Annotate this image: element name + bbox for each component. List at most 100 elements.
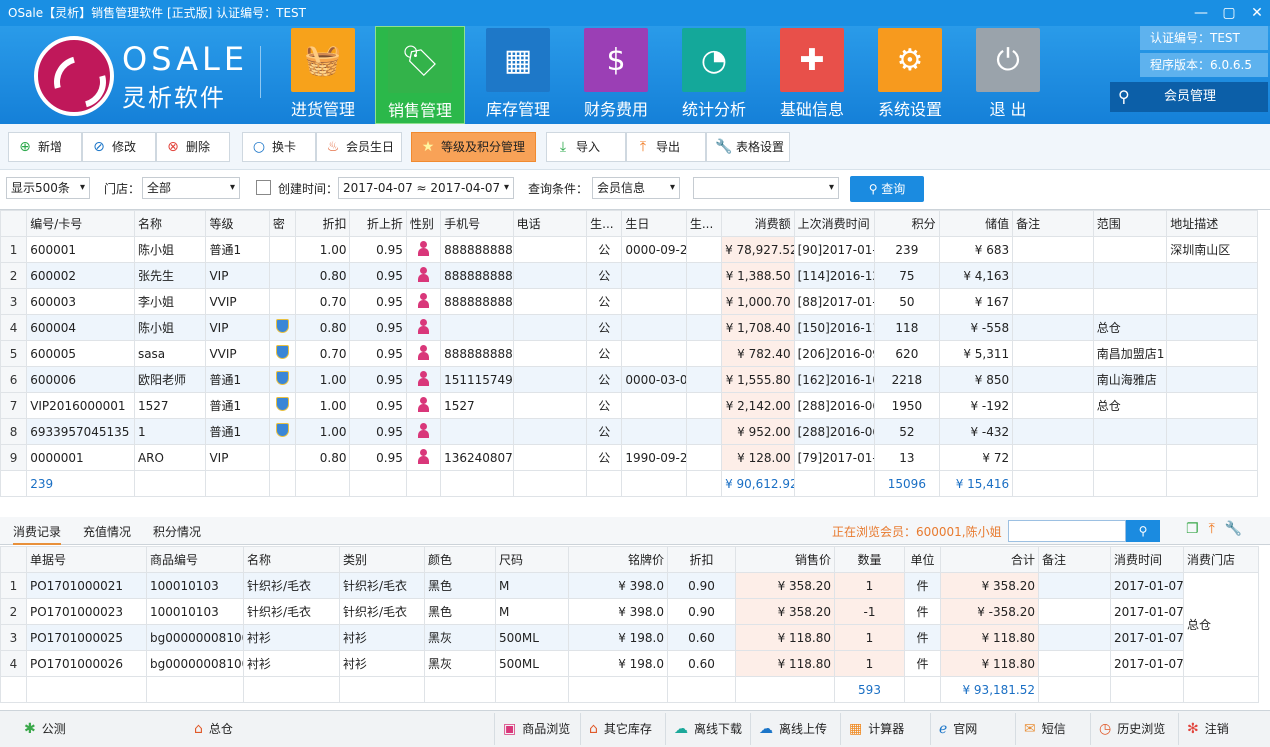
- column-header[interactable]: 上次消费时间: [793, 210, 876, 237]
- table-row[interactable]: 8 6933957045135 1 普通1 1.00 0.95 公 ¥ 952.00 [288]…: [0, 418, 1258, 445]
- column-header[interactable]: 铭牌价: [568, 546, 668, 573]
- column-header[interactable]: 生...: [685, 210, 723, 237]
- column-header[interactable]: 商品编号: [146, 546, 244, 573]
- nav-settings[interactable]: ⚙ 系统设置: [865, 26, 955, 124]
- import-button[interactable]: ⤓ 导入: [546, 132, 626, 162]
- edit-button[interactable]: ⊘ 修改: [82, 132, 156, 162]
- column-header[interactable]: 编号/卡号: [26, 210, 135, 237]
- website-button[interactable]: ℯ 官网: [930, 713, 977, 745]
- product-browse-button[interactable]: ▣ 商品浏览: [494, 713, 570, 745]
- gender-cell: [405, 314, 442, 341]
- column-header[interactable]: 数量: [834, 546, 905, 573]
- column-header[interactable]: 类别: [339, 546, 425, 573]
- table-row[interactable]: 6 600006 欧阳老师 普通1 1.00 0.95 1511157496 公 0000-03…: [0, 366, 1258, 393]
- table-row[interactable]: 2 PO1701000023 100010103 针织衫/毛衣 针织衫/毛衣 黑色 M ¥ 3…: [0, 598, 1259, 625]
- column-header[interactable]: 名称: [133, 210, 207, 237]
- add-button[interactable]: ⊕ 新增: [8, 132, 82, 162]
- column-header[interactable]: 折扣: [667, 546, 736, 573]
- column-header[interactable]: 地址描述: [1166, 210, 1258, 237]
- column-header[interactable]: 备注: [1038, 546, 1111, 573]
- cloud-download-icon: ☁: [674, 721, 688, 737]
- query-button[interactable]: ⚲ 查询: [850, 176, 924, 202]
- column-header[interactable]: 颜色: [424, 546, 496, 573]
- detail-tabs: 消费记录 充值情况 积分情况 正在浏览会员：600001,陈小姐 ⚲ ❐ ⤒ 🔧: [0, 517, 1270, 545]
- nav-finance[interactable]: $ 财务费用: [571, 26, 661, 124]
- table-row[interactable]: 2 600002 张先生 VIP 0.80 0.95 8888888888 公 ¥ 1,388.…: [0, 262, 1258, 289]
- column-header[interactable]: 消费额: [721, 210, 795, 237]
- column-header[interactable]: 储值: [938, 210, 1014, 237]
- table-row[interactable]: 3 PO1701000025 bg00000008100 衬衫 衬衫 黑灰 500ML ¥ 1…: [0, 624, 1259, 651]
- nav-inventory[interactable]: ▦ 库存管理: [473, 26, 563, 124]
- detail-search-input[interactable]: [1008, 520, 1126, 542]
- search-input[interactable]: [693, 177, 839, 199]
- nav-statistics[interactable]: ◔ 统计分析: [669, 26, 759, 124]
- member-birthday-button[interactable]: ♨ 会员生日: [316, 132, 402, 162]
- maximize-icon[interactable]: ▢: [1222, 0, 1236, 26]
- column-header[interactable]: 电话: [512, 210, 588, 237]
- column-header[interactable]: 消费时间: [1110, 546, 1184, 573]
- column-header[interactable]: 单据号: [26, 546, 147, 573]
- table-cell: 1990-09-2: [621, 444, 687, 471]
- table-cell: ¥ -558: [938, 314, 1014, 341]
- delete-button[interactable]: ⊗ 删除: [156, 132, 230, 162]
- table-cell: ¥ 782.40: [721, 340, 795, 367]
- column-header[interactable]: 积分: [874, 210, 940, 237]
- close-icon[interactable]: ✕: [1250, 0, 1264, 26]
- table-settings-button[interactable]: 🔧 表格设置: [706, 132, 790, 162]
- offline-upload-button[interactable]: ☁ 离线上传: [750, 713, 827, 745]
- upload-icon[interactable]: ⤒: [1209, 521, 1215, 537]
- column-header[interactable]: 生日: [621, 210, 687, 237]
- column-header[interactable]: 单位: [904, 546, 941, 573]
- logout-button[interactable]: ✻ 注销: [1178, 713, 1229, 745]
- tab-recharge[interactable]: 充值情况: [83, 523, 131, 540]
- table-row[interactable]: 4 600004 陈小姐 VIP 0.80 0.95 公 ¥ 1,708.40 [150]201…: [0, 314, 1258, 341]
- table-row[interactable]: 1 600001 陈小姐 普通1 1.00 0.95 8888888888 公 0000-09-…: [0, 236, 1258, 263]
- table-row[interactable]: 7 VIP2016000001 1527 普通1 1.00 0.95 1527 公 ¥ 2,14…: [0, 392, 1258, 419]
- date-range-select[interactable]: 2017-04-07 ≈ 2017-04-07: [338, 177, 514, 199]
- column-header[interactable]: 折上折: [349, 210, 407, 237]
- member-management-button[interactable]: ⚲ 会员管理: [1110, 82, 1268, 112]
- table-row[interactable]: 4 PO1701000026 bg00000008100 衬衫 衬衫 黑灰 500ML ¥ 1…: [0, 650, 1259, 677]
- condition-select[interactable]: 会员信息: [592, 177, 680, 199]
- offline-download-button[interactable]: ☁ 离线下载: [665, 713, 742, 745]
- table-row[interactable]: 5 600005 sasa VVIP 0.70 0.95 8888888888 公 ¥ 782.…: [0, 340, 1258, 367]
- column-header[interactable]: 备注: [1012, 210, 1094, 237]
- detail-search-button[interactable]: ⚲: [1126, 520, 1160, 542]
- column-header[interactable]: 销售价: [735, 546, 835, 573]
- table-row[interactable]: 3 600003 李小姐 VVIP 0.70 0.95 8888888888 公 ¥ 1,000…: [0, 288, 1258, 315]
- nav-purchase[interactable]: 🧺 进货管理: [278, 26, 368, 124]
- other-stock-button[interactable]: ⌂ 其它库存: [580, 713, 652, 745]
- history-button[interactable]: ◷ 历史浏览: [1090, 713, 1165, 745]
- tab-points[interactable]: 积分情况: [153, 523, 201, 540]
- column-header[interactable]: 消费门店: [1183, 546, 1259, 573]
- store-select[interactable]: 全部: [142, 177, 240, 199]
- nav-exit[interactable]: ⏻ 退 出: [963, 26, 1053, 124]
- column-header[interactable]: 范围: [1092, 210, 1168, 237]
- calculator-button[interactable]: ▦ 计算器: [840, 713, 904, 745]
- column-header[interactable]: 性别: [405, 210, 442, 237]
- column-header[interactable]: 密: [268, 210, 297, 237]
- copy-icon[interactable]: ❐: [1186, 521, 1199, 537]
- column-header[interactable]: 尺码: [495, 546, 569, 573]
- minimize-icon[interactable]: —: [1194, 0, 1208, 26]
- level-points-button[interactable]: ★ 等级及积分管理: [411, 132, 536, 162]
- column-header[interactable]: 合计: [940, 546, 1039, 573]
- page-size-select[interactable]: 显示500条: [6, 177, 90, 199]
- column-header[interactable]: 生...: [586, 210, 623, 237]
- column-header[interactable]: 名称: [243, 546, 340, 573]
- nav-basic-info[interactable]: ✚ 基础信息: [767, 26, 857, 124]
- column-header[interactable]: 手机号: [440, 210, 514, 237]
- change-card-button[interactable]: ○ 换卡: [242, 132, 316, 162]
- wrench-icon[interactable]: 🔧: [1225, 521, 1242, 537]
- table-row[interactable]: 1 PO1701000021 100010103 针织衫/毛衣 针织衫/毛衣 黑色 M ¥ 3…: [0, 572, 1259, 677]
- sms-button[interactable]: ✉ 短信: [1015, 713, 1066, 745]
- column-header[interactable]: 折扣: [295, 210, 351, 237]
- table-cell: [512, 418, 588, 445]
- nav-sales[interactable]: 🏷 销售管理: [375, 26, 465, 124]
- tab-consumption[interactable]: 消费记录: [13, 523, 62, 545]
- table-row[interactable]: 9 0000001 ARO VIP 0.80 0.95 1362408077 公 1990-09…: [0, 444, 1258, 471]
- created-time-checkbox[interactable]: [256, 180, 271, 195]
- export-button[interactable]: ⤒ 导出: [626, 132, 706, 162]
- column-header[interactable]: 等级: [205, 210, 270, 237]
- table-cell: [685, 314, 723, 341]
